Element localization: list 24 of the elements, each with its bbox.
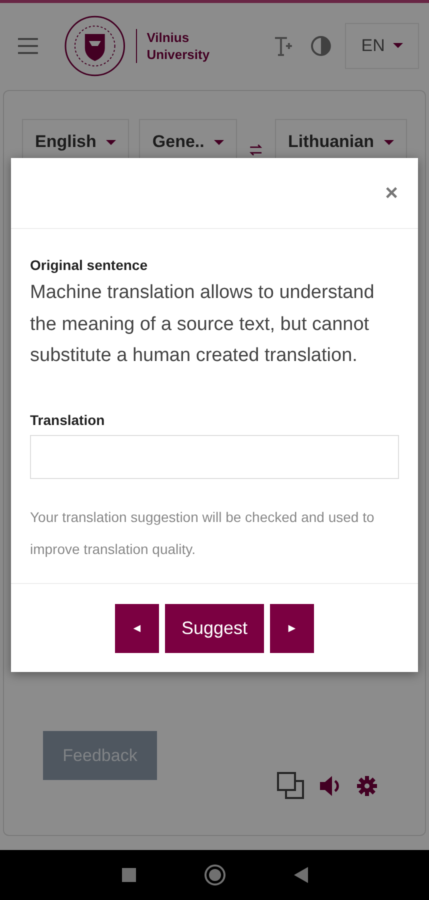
next-button[interactable]: ► [270, 604, 314, 652]
back-icon[interactable] [294, 867, 308, 883]
translation-input[interactable] [30, 434, 399, 478]
previous-button[interactable]: ◄ [115, 604, 159, 652]
original-sentence-label: Original sentence [30, 257, 148, 273]
seal-logo-icon [64, 14, 126, 76]
settings-icon[interactable] [357, 776, 377, 796]
suggest-button[interactable]: Suggest [165, 604, 264, 652]
language-dropdown[interactable]: EN [345, 22, 419, 68]
caret-icon [106, 140, 116, 144]
help-text: Your translation suggestion will be checked and used to improve translation quality. [30, 508, 376, 559]
home-icon[interactable] [204, 864, 226, 886]
caret-icon [384, 140, 394, 144]
copy-icon[interactable] [277, 772, 304, 799]
original-sentence: Machine translation allows to understand the meaning of a source text, but cannot substitute a human created translation. [30, 281, 376, 368]
brand-name: Vilnius University [136, 28, 226, 62]
text-size-icon[interactable] [273, 34, 294, 56]
menu-icon[interactable] [18, 38, 38, 54]
translation-label: Translation [30, 412, 106, 428]
recents-icon[interactable] [122, 868, 136, 882]
caret-icon [392, 43, 403, 48]
contrast-icon[interactable] [311, 36, 332, 56]
close-button[interactable]: × [383, 180, 400, 206]
caret-icon [214, 140, 224, 144]
